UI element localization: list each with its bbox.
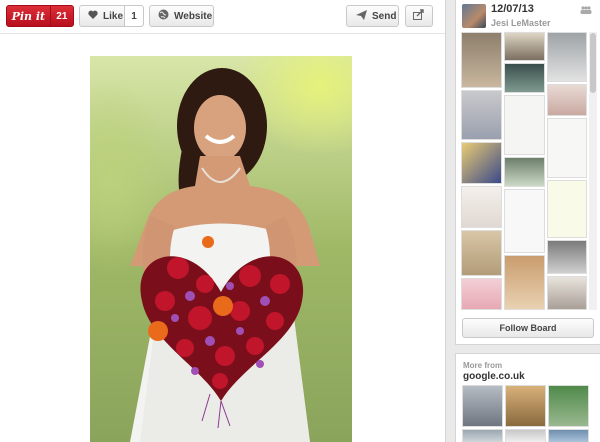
website-label: Website [174,10,213,22]
pin-it-label: Pin it [11,9,46,23]
source-thumbnail[interactable] [548,385,589,427]
board-thumbnail[interactable] [504,189,545,253]
source-thumbnail[interactable] [505,385,546,427]
like-button[interactable]: Like 1 [79,5,144,27]
pin-card: Pin it 21 Like 1 Website Send [0,0,446,442]
board-thumbnail[interactable] [547,180,587,238]
more-from-domain[interactable]: google.co.uk [463,371,525,382]
board-date[interactable]: 12/07/13 [491,3,534,15]
board-thumbnail[interactable] [547,84,587,116]
board-thumbnail-grid [461,32,587,310]
board-scrollbar-thumb[interactable] [590,33,596,93]
board-thumbnail[interactable] [547,118,587,178]
pin-toolbar: Pin it 21 Like 1 Website Send [0,0,445,33]
board-thumbnail[interactable] [461,230,502,276]
like-count: 1 [124,6,143,26]
send-label: Send [372,10,397,22]
toolbar-divider [0,33,445,34]
source-thumbnail[interactable] [462,385,503,427]
board-thumbnail[interactable] [547,240,587,274]
source-thumbnail[interactable] [548,429,589,442]
paper-plane-icon [356,9,367,23]
board-thumbnail[interactable] [461,186,502,228]
board-card: 12/07/13 Jesi LeMaster Follow Board [455,0,600,345]
follow-board-button[interactable]: Follow Board [462,318,594,338]
board-thumbnail[interactable] [461,32,502,88]
board-thumbnail[interactable] [547,32,587,82]
board-thumbnail[interactable] [461,90,502,140]
board-user-name[interactable]: Jesi LeMaster [491,18,551,28]
globe-icon [158,9,169,23]
board-thumbnail[interactable] [547,276,587,310]
board-thumbnail[interactable] [461,142,502,184]
share-button[interactable] [405,5,433,27]
board-thumbnail[interactable] [504,255,545,310]
group-board-icon [580,6,592,16]
board-thumbnail[interactable] [504,32,545,61]
source-thumbnail[interactable] [505,429,546,442]
more-from-label: More from [463,361,503,370]
website-button[interactable]: Website [149,5,214,27]
pin-image[interactable] [90,56,352,442]
board-thumbnail[interactable] [504,157,545,187]
board-thumbnail[interactable] [504,95,545,155]
send-button[interactable]: Send [346,5,399,27]
source-thumbnail[interactable] [462,429,503,442]
like-label: Like [103,10,124,22]
user-avatar[interactable] [462,4,486,28]
heart-icon [88,10,98,22]
board-thumbnail[interactable] [504,63,545,93]
share-icon [413,9,425,23]
pin-count: 21 [49,6,73,26]
board-thumbnail[interactable] [461,278,502,310]
more-from-card: More from google.co.uk [455,353,600,442]
pin-it-button[interactable]: Pin it 21 [6,5,74,27]
